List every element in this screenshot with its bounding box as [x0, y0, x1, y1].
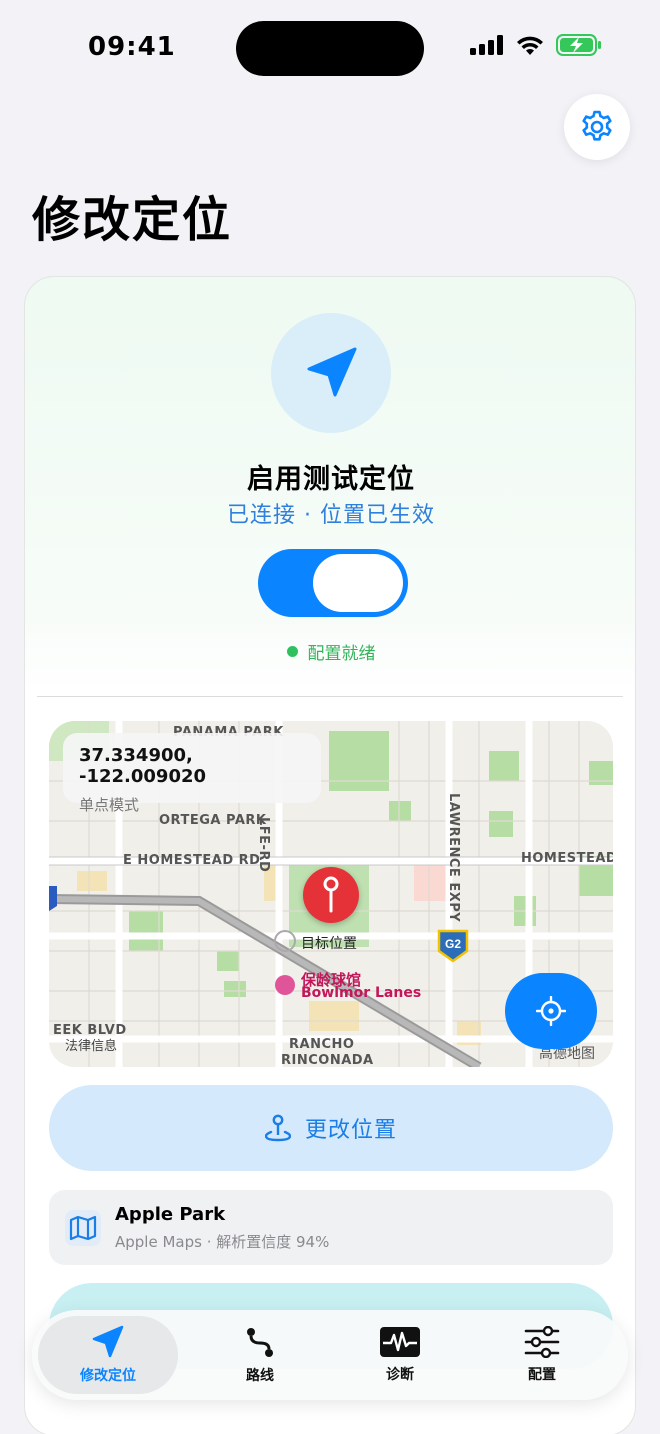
tab-route[interactable]: 路线 — [190, 1316, 330, 1394]
location-card: 启用测试定位 已连接 · 位置已生效 配置就绪 G2 ORTEGA PARK E… — [24, 276, 636, 1434]
tab-label: 路线 — [246, 1368, 274, 1384]
coordinate-text: 37.334900, -122.009020 — [79, 745, 207, 787]
recenter-button[interactable] — [505, 973, 597, 1049]
street-label: HOMESTEAD — [521, 851, 613, 866]
pin-label: 目标位置 — [301, 936, 357, 952]
tab-bar: 修改定位 路线 诊断 配置 — [32, 1310, 628, 1400]
crosshair-icon — [536, 996, 566, 1026]
ready-status-text: 配置就绪 — [307, 644, 376, 664]
hero-title: 启用测试定位 — [247, 464, 415, 495]
map-view[interactable]: G2 PANAMA PARK ORTEGA PARK E HOMESTEAD R… — [49, 721, 613, 1067]
dynamic-island — [236, 21, 424, 76]
status-bar: 09:41 — [0, 0, 660, 98]
pin-icon — [323, 876, 339, 913]
page-title: 修改定位 — [32, 192, 233, 248]
tab-label: 修改定位 — [80, 1368, 136, 1384]
status-icons — [470, 34, 602, 56]
street-label: LAWRENCE EXPY — [446, 793, 461, 923]
street-label: RANCHO — [289, 1037, 355, 1052]
wifi-icon — [517, 36, 543, 55]
sliders-icon — [524, 1326, 560, 1358]
ready-status: 配置就绪 — [25, 639, 635, 664]
location-arrow-icon — [307, 347, 357, 397]
place-name: Apple Park — [115, 1204, 226, 1225]
hero-subtitle: 已连接 · 位置已生效 — [227, 503, 435, 528]
svg-text:G2: G2 — [445, 937, 461, 951]
tab-label: 配置 — [528, 1367, 556, 1383]
status-dot-icon — [286, 646, 298, 657]
place-detail: Apple Maps · 解析置信度 94% — [115, 1233, 330, 1251]
hero-location-icon — [271, 313, 391, 433]
street-label: ORTEGA PARK — [159, 813, 267, 828]
poi-name-en: Bowlmor Lanes — [301, 985, 422, 1001]
bowling-icon — [275, 975, 295, 995]
tab-label: 诊断 — [386, 1367, 414, 1383]
settings-button[interactable] — [564, 94, 630, 160]
tab-modify-location[interactable]: 修改定位 — [38, 1316, 178, 1394]
pin-drop-icon — [264, 1114, 291, 1142]
street-label: RINCONADA — [281, 1053, 374, 1067]
waveform-icon — [380, 1327, 420, 1357]
cellular-signal-icon — [470, 35, 503, 55]
mode-text: 单点模式 — [79, 796, 140, 814]
tab-config[interactable]: 配置 — [472, 1316, 612, 1394]
status-time: 09:41 — [88, 32, 176, 62]
battery-charging-icon — [556, 34, 601, 56]
coordinate-panel: 37.334900, -122.009020 单点模式 — [63, 733, 321, 814]
gear-icon — [582, 110, 612, 141]
street-label: LFE-RD — [256, 817, 271, 873]
map-pin[interactable] — [303, 867, 359, 923]
legal-link[interactable]: 法律信息 — [65, 1035, 117, 1054]
change-location-button[interactable]: 更改位置 — [49, 1085, 613, 1171]
location-arrow-icon — [92, 1325, 124, 1358]
route-icon — [247, 1328, 273, 1357]
street-label: E HOMESTEAD RD — [123, 853, 261, 868]
mock-location-toggle[interactable] — [258, 549, 408, 617]
map-icon — [65, 1210, 101, 1246]
divider — [37, 696, 623, 697]
place-info-row[interactable]: Apple Park Apple Maps · 解析置信度 94% — [49, 1190, 613, 1265]
toggle-knob — [313, 554, 403, 612]
tab-diagnostics[interactable]: 诊断 — [330, 1316, 470, 1394]
change-location-label: 更改位置 — [304, 1118, 397, 1143]
